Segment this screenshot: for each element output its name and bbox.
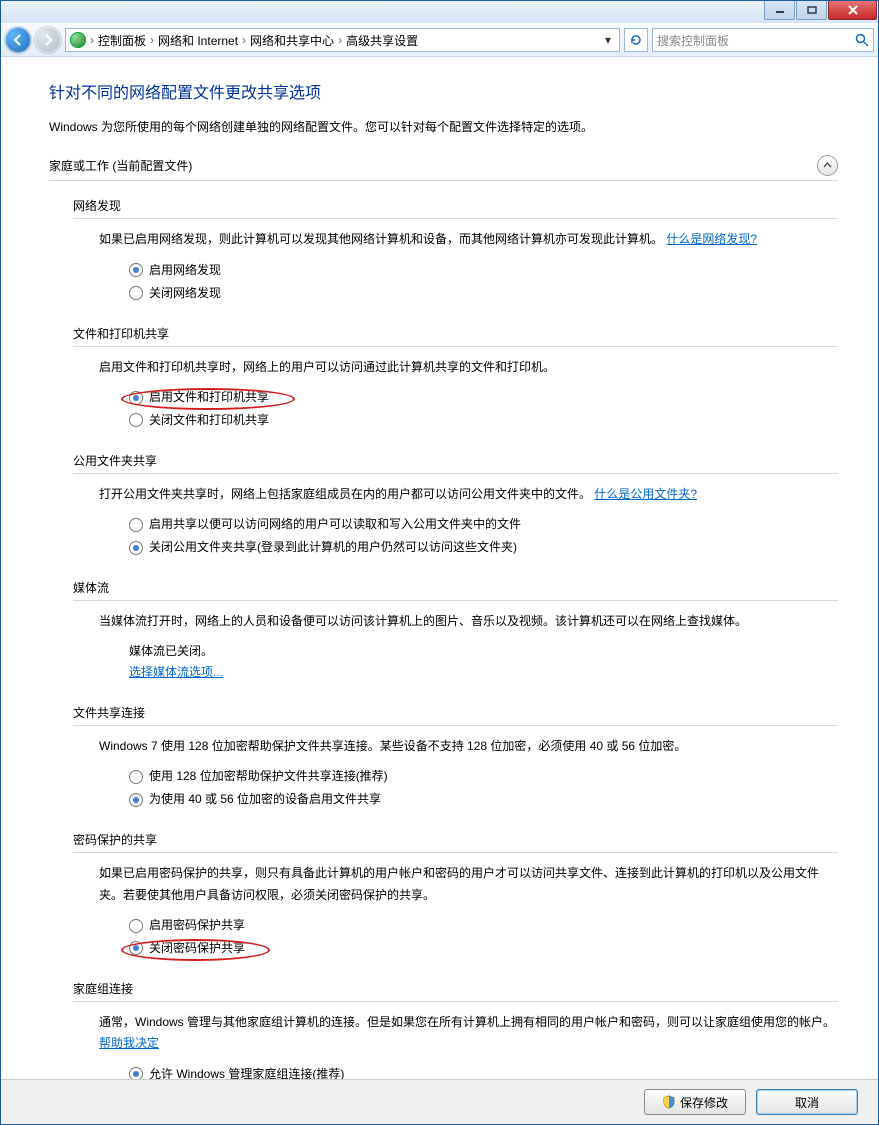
titlebar: [1, 1, 878, 23]
section-desc: 当媒体流打开时，网络上的人员和设备便可以访问该计算机上的图片、音乐以及视频。该计…: [99, 614, 747, 628]
section-file-printer-sharing: 文件和打印机共享 启用文件和打印机共享时，网络上的用户可以访问通过此计算机共享的…: [73, 319, 838, 432]
section-body: 如果已启用密码保护的共享，则只有具备此计算机的用户帐户和密码的用户才可以访问共享…: [99, 863, 838, 960]
collapse-button[interactable]: [817, 155, 838, 176]
search-input[interactable]: 搜索控制面板: [652, 28, 874, 52]
radio-enable-password[interactable]: 启用密码保护共享: [129, 914, 838, 937]
section-homegroup: 家庭组连接 通常，Windows 管理与其他家庭组计算机的连接。但是如果您在所有…: [73, 974, 838, 1079]
section-body: 当媒体流打开时，网络上的人员和设备便可以访问该计算机上的图片、音乐以及视频。该计…: [99, 611, 838, 684]
radio-enable-pubfolder[interactable]: 启用共享以便可以访问网络的用户可以读取和写入公用文件夹中的文件: [129, 513, 838, 536]
section-network-discovery: 网络发现 如果已启用网络发现，则此计算机可以发现其他网络计算机和设备，而其他网络…: [73, 191, 838, 304]
maximize-icon: [807, 6, 817, 14]
section-public-folder: 公用文件夹共享 打开公用文件夹共享时，网络上包括家庭组成员在内的用户都可以访问公…: [73, 446, 838, 559]
radio-icon: [129, 518, 143, 532]
section-title: 网络发现: [73, 191, 838, 219]
section-title: 家庭组连接: [73, 974, 838, 1002]
radio-windows-manage[interactable]: 允许 Windows 管理家庭组连接(推荐): [129, 1063, 838, 1079]
arrow-right-icon: [41, 33, 55, 47]
section-title: 公用文件夹共享: [73, 446, 838, 474]
section-body: 如果已启用网络发现，则此计算机可以发现其他网络计算机和设备，而其他网络计算机亦可…: [99, 229, 838, 304]
breadcrumb-separator: ›: [90, 33, 94, 47]
section-desc: 启用文件和打印机共享时，网络上的用户可以访问通过此计算机共享的文件和打印机。: [99, 360, 555, 374]
window: › 控制面板 › 网络和 Internet › 网络和共享中心 › 高级共享设置…: [0, 0, 879, 1125]
radio-icon: [129, 770, 143, 784]
radio-40-56bit[interactable]: 为使用 40 或 56 位加密的设备启用文件共享: [129, 788, 838, 811]
arrow-left-icon: [11, 33, 25, 47]
section-title: 媒体流: [73, 573, 838, 601]
section-file-share-connection: 文件共享连接 Windows 7 使用 128 位加密帮助保护文件共享连接。某些…: [73, 698, 838, 811]
radio-icon: [129, 793, 143, 807]
radio-icon: [129, 1067, 143, 1079]
refresh-button[interactable]: [624, 28, 648, 52]
minimize-button[interactable]: [764, 1, 795, 20]
section-body: 打开公用文件夹共享时，网络上包括家庭组成员在内的用户都可以访问公用文件夹中的文件…: [99, 484, 838, 559]
radio-disable-fileshare[interactable]: 关闭文件和打印机共享: [129, 409, 838, 432]
section-desc: 打开公用文件夹共享时，网络上包括家庭组成员在内的用户都可以访问公用文件夹中的文件…: [99, 487, 591, 501]
section-title: 文件和打印机共享: [73, 319, 838, 347]
address-dropdown[interactable]: ▾: [601, 33, 615, 47]
breadcrumb-item[interactable]: 网络和共享中心: [250, 32, 334, 49]
breadcrumb-separator: ›: [150, 33, 154, 47]
radio-disable-pubfolder[interactable]: 关闭公用文件夹共享(登录到此计算机的用户仍然可以访问这些文件夹): [129, 536, 838, 559]
link-media-options[interactable]: 选择媒体流选项...: [129, 665, 223, 679]
section-password-sharing: 密码保护的共享 如果已启用密码保护的共享，则只有具备此计算机的用户帐户和密码的用…: [73, 825, 838, 960]
link-what-is-discovery[interactable]: 什么是网络发现?: [666, 232, 757, 246]
navigation-bar: › 控制面板 › 网络和 Internet › 网络和共享中心 › 高级共享设置…: [1, 23, 878, 57]
close-button[interactable]: [828, 1, 877, 20]
radio-enable-fileshare[interactable]: 启用文件和打印机共享: [129, 386, 838, 409]
radio-icon: [129, 541, 143, 555]
radio-enable-discovery[interactable]: 启用网络发现: [129, 259, 838, 282]
section-body: 启用文件和打印机共享时，网络上的用户可以访问通过此计算机共享的文件和打印机。 启…: [99, 357, 838, 432]
breadcrumb-item[interactable]: 网络和 Internet: [158, 32, 238, 49]
close-icon: [847, 5, 859, 15]
section-desc: Windows 7 使用 128 位加密帮助保护文件共享连接。某些设备不支持 1…: [99, 739, 686, 753]
radio-icon: [129, 941, 143, 955]
back-button[interactable]: [5, 27, 31, 53]
link-what-is-public-folder[interactable]: 什么是公用文件夹?: [594, 487, 697, 501]
section-media-streaming: 媒体流 当媒体流打开时，网络上的人员和设备便可以访问该计算机上的图片、音乐以及视…: [73, 573, 838, 684]
radio-icon: [129, 286, 143, 300]
minimize-icon: [775, 6, 785, 14]
breadcrumb-separator: ›: [242, 33, 246, 47]
search-placeholder: 搜索控制面板: [657, 32, 855, 49]
page-title: 针对不同的网络配置文件更改共享选项: [49, 79, 838, 103]
radio-icon: [129, 413, 143, 427]
save-button[interactable]: 保存修改: [644, 1089, 746, 1115]
radio-icon: [129, 919, 143, 933]
search-icon: [855, 33, 869, 47]
radio-disable-discovery[interactable]: 关闭网络发现: [129, 282, 838, 305]
content-scroll[interactable]: 针对不同的网络配置文件更改共享选项 Windows 为您所使用的每个网络创建单独…: [1, 57, 878, 1079]
section-body: Windows 7 使用 128 位加密帮助保护文件共享连接。某些设备不支持 1…: [99, 736, 838, 811]
forward-button[interactable]: [35, 27, 61, 53]
breadcrumb-item[interactable]: 高级共享设置: [346, 32, 418, 49]
cancel-label: 取消: [795, 1094, 819, 1111]
section-desc: 通常，Windows 管理与其他家庭组计算机的连接。但是如果您在所有计算机上拥有…: [99, 1015, 835, 1029]
section-desc: 如果已启用网络发现，则此计算机可以发现其他网络计算机和设备，而其他网络计算机亦可…: [99, 232, 663, 246]
link-help-decide[interactable]: 帮助我决定: [99, 1036, 159, 1050]
section-title: 文件共享连接: [73, 698, 838, 726]
section-title: 密码保护的共享: [73, 825, 838, 853]
breadcrumb-item[interactable]: 控制面板: [98, 32, 146, 49]
page-description: Windows 为您所使用的每个网络创建单独的网络配置文件。您可以针对每个配置文…: [49, 117, 838, 137]
profile-title: 家庭或工作 (当前配置文件): [49, 157, 817, 174]
radio-icon: [129, 391, 143, 405]
address-bar[interactable]: › 控制面板 › 网络和 Internet › 网络和共享中心 › 高级共享设置…: [65, 28, 620, 52]
radio-disable-password[interactable]: 关闭密码保护共享: [129, 937, 838, 960]
radio-128bit[interactable]: 使用 128 位加密帮助保护文件共享连接(推荐): [129, 765, 838, 788]
profile-header[interactable]: 家庭或工作 (当前配置文件): [49, 155, 838, 181]
content-area: 针对不同的网络配置文件更改共享选项 Windows 为您所使用的每个网络创建单独…: [1, 57, 878, 1079]
shield-icon: [662, 1095, 676, 1109]
section-desc: 如果已启用密码保护的共享，则只有具备此计算机的用户帐户和密码的用户才可以访问共享…: [99, 866, 819, 902]
cancel-button[interactable]: 取消: [756, 1089, 858, 1115]
maximize-button[interactable]: [796, 1, 827, 20]
chevron-up-icon: [823, 161, 832, 170]
refresh-icon: [629, 33, 643, 47]
media-status: 媒体流已关闭。: [129, 641, 838, 663]
section-body: 通常，Windows 管理与其他家庭组计算机的连接。但是如果您在所有计算机上拥有…: [99, 1012, 838, 1079]
radio-icon: [129, 263, 143, 277]
control-panel-icon: [70, 32, 86, 48]
save-label: 保存修改: [680, 1094, 728, 1111]
footer: 保存修改 取消: [1, 1079, 878, 1124]
breadcrumb-separator: ›: [338, 33, 342, 47]
